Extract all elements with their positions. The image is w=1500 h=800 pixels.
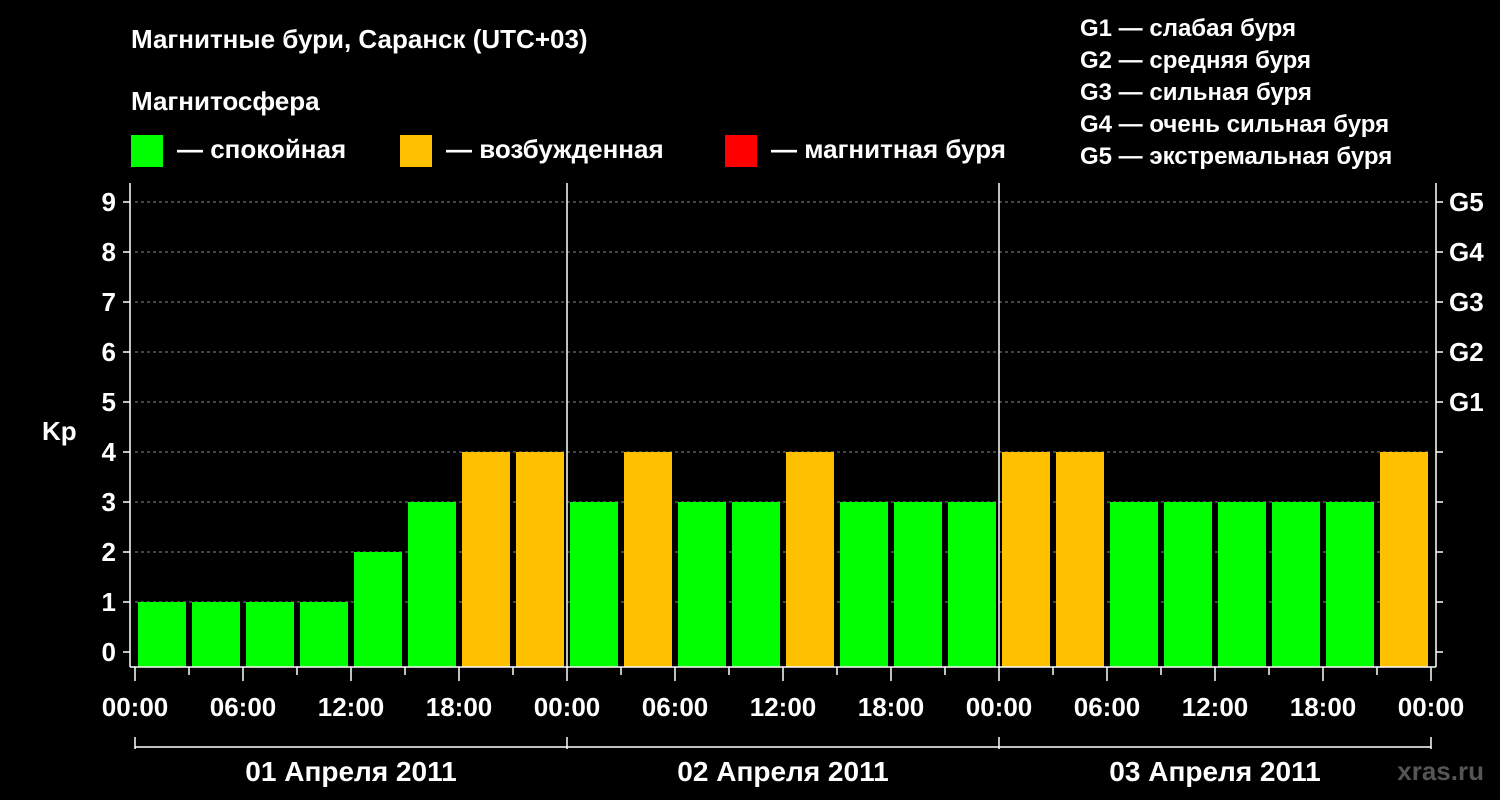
x-tick-label: 00:00 (966, 692, 1033, 722)
kp-bar (1380, 452, 1428, 667)
kp-bar (462, 452, 510, 667)
x-tick-label: 00:00 (534, 692, 601, 722)
kp-bar (840, 502, 888, 667)
kp-bar-chart: 0 1 2 3 4 5 6 7 8 9 G1 G2 G3 G4 G5 Kp 00:00 06:00 12:00 18:… (42, 183, 1484, 787)
y-tick-label: 4 (102, 437, 117, 467)
g-level-label: G3 (1449, 287, 1484, 317)
kp-bar (732, 502, 780, 667)
kp-bar (624, 452, 672, 667)
kp-bar (1218, 502, 1266, 667)
y-tick-label: 0 (102, 637, 116, 667)
kp-bar (678, 502, 726, 667)
kp-bar (138, 602, 186, 667)
kp-bar (1164, 502, 1212, 667)
watermark: xras.ru (1397, 756, 1484, 786)
y-tick-label: 7 (102, 287, 116, 317)
kp-bar (570, 502, 618, 667)
g-level-label: G1 (1449, 387, 1484, 417)
x-tick-label: 18:00 (426, 692, 493, 722)
kp-bar (246, 602, 294, 667)
x-tick-label: 00:00 (1398, 692, 1465, 722)
kp-bar (300, 602, 348, 667)
kp-bar (1272, 502, 1320, 667)
y-tick-label: 1 (102, 587, 116, 617)
y-tick-label: 3 (102, 487, 116, 517)
x-tick-label: 06:00 (642, 692, 709, 722)
kp-bar (1056, 452, 1104, 667)
y-tick-label: 6 (102, 337, 116, 367)
kp-bar (192, 602, 240, 667)
day-label: 02 Апреля 2011 (677, 756, 888, 787)
x-tick-label: 12:00 (318, 692, 385, 722)
g-level-label: G4 (1449, 237, 1484, 267)
kp-bar (894, 502, 942, 667)
x-tick-label: 12:00 (750, 692, 817, 722)
kp-bar (516, 452, 564, 667)
x-tick-label: 18:00 (858, 692, 925, 722)
y-tick-label: 2 (102, 537, 116, 567)
kp-bar (1326, 502, 1374, 667)
day-label: 01 Апреля 2011 (245, 756, 456, 787)
kp-bar (408, 502, 456, 667)
x-tick-label: 12:00 (1182, 692, 1249, 722)
g-level-label: G5 (1449, 187, 1484, 217)
x-tick-label: 00:00 (102, 692, 169, 722)
kp-bar (786, 452, 834, 667)
kp-bar (1110, 502, 1158, 667)
x-tick-label: 06:00 (1074, 692, 1141, 722)
g-level-label: G2 (1449, 337, 1484, 367)
kp-bar (1002, 452, 1050, 667)
x-tick-label: 18:00 (1290, 692, 1357, 722)
y-tick-label: 9 (102, 187, 116, 217)
day-label: 03 Апреля 2011 (1109, 756, 1320, 787)
x-tick-label: 06:00 (210, 692, 277, 722)
y-tick-label: 8 (102, 237, 116, 267)
kp-bar (948, 502, 996, 667)
kp-bar (354, 552, 402, 667)
y-tick-label: 5 (102, 387, 116, 417)
y-axis-label: Kp (42, 416, 77, 446)
